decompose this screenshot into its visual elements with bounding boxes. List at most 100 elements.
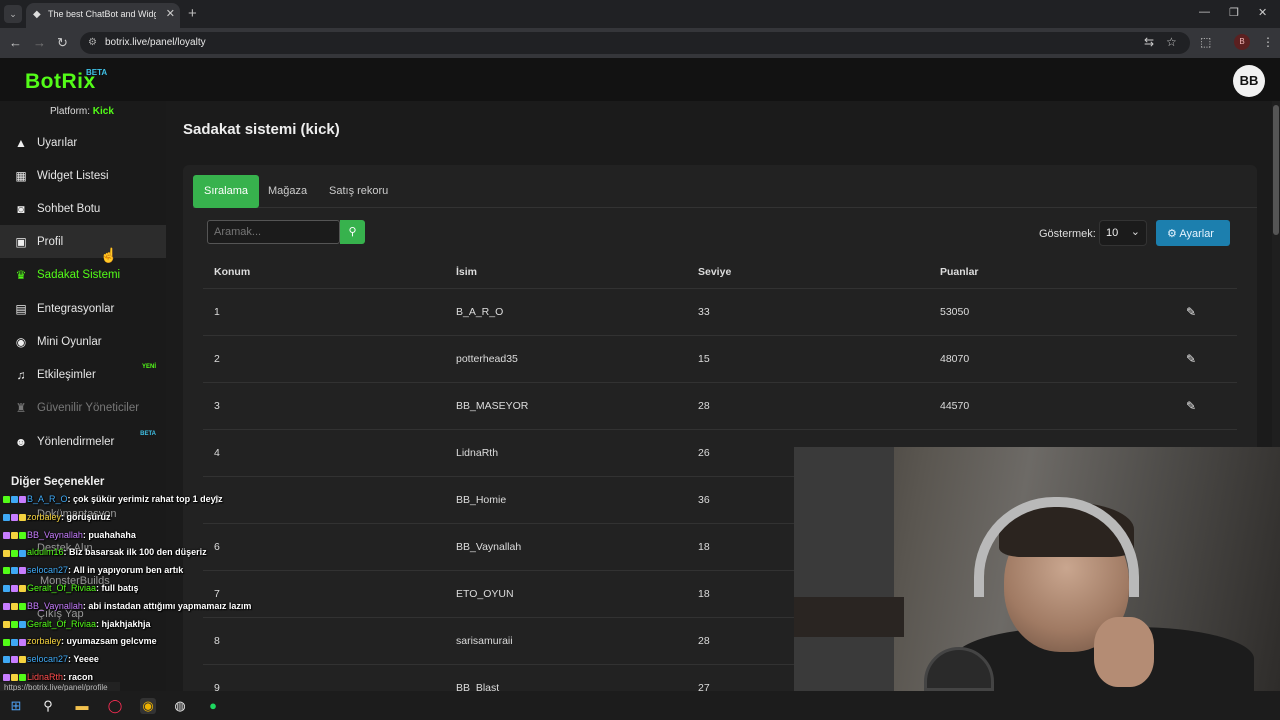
extensions-icon[interactable]: ⬚: [1200, 35, 1211, 49]
chat-badge-icon: [11, 620, 18, 628]
cell-points: 48070: [940, 353, 970, 365]
other-options-heading: Diğer Seçenekler: [11, 476, 105, 488]
page-scrollbar[interactable]: [1272, 101, 1280, 447]
page-size-select[interactable]: 10 ⌄: [1099, 220, 1147, 246]
close-window-icon[interactable]: ✕: [1258, 6, 1267, 19]
tab-search-chevron-icon[interactable]: ⌄: [4, 5, 22, 23]
browser-tab[interactable]: ◆ The best ChatBot and Widgets ✕: [26, 3, 180, 28]
chat-badge-icon: [19, 549, 26, 557]
file-explorer-icon[interactable]: ▬: [74, 698, 90, 714]
opera-gx-icon[interactable]: ◯: [107, 698, 123, 714]
sidebar-item-profil[interactable]: ▣ Profil: [0, 225, 166, 258]
translate-icon[interactable]: ⇆: [1144, 35, 1154, 49]
site-info-icon[interactable]: ⚙: [88, 37, 97, 48]
chrome-icon[interactable]: ◉: [140, 698, 156, 714]
column-header-puanlar[interactable]: Puanlar: [940, 266, 979, 278]
chat-text: : All in yapıyorum ben artık: [68, 565, 184, 576]
integration-icon: ▤: [15, 302, 27, 316]
sidebar-item-widget-listesi[interactable]: ▦ Widget Listesi: [0, 159, 166, 192]
sidebar-item-yonlendirmeler[interactable]: ☻ Yönlendirmeler BETA: [0, 425, 166, 458]
table-row: 1 B_A_R_O 33 53050 ✎: [203, 288, 1237, 335]
grid-icon: ▦: [15, 169, 27, 183]
cell-position: 3: [214, 400, 220, 412]
sidebar-item-guvenilir-yoneticiler[interactable]: ♜ Güvenilir Yöneticiler: [0, 391, 166, 424]
chat-username: zorbaley: [27, 511, 62, 522]
windows-start-icon[interactable]: ⊞: [8, 698, 24, 714]
trophy-icon: ♛: [15, 268, 27, 282]
tab-siralama[interactable]: Sıralama: [193, 175, 260, 208]
chat-text: : çok şükür yerimiz rahat top 1 deyiz: [67, 494, 223, 504]
cell-points: 53050: [940, 306, 970, 318]
chat-badge-icon: [11, 602, 18, 610]
robot-icon: ◙: [17, 202, 25, 216]
botrix-favicon-icon: ◆: [33, 9, 41, 20]
chat-text: : uyumazsam gelcvme: [61, 636, 157, 647]
chat-username: B_A_R_O: [27, 494, 68, 504]
new-tab-icon[interactable]: +: [188, 5, 197, 22]
chat-text: : full batış: [96, 583, 139, 593]
search-input[interactable]: [207, 220, 340, 244]
chat-username: LidnaRth: [27, 672, 64, 682]
sidebar-item-entegrasyonlar[interactable]: ▤ Entegrasyonlar: [0, 292, 166, 325]
chat-badge-icon: [11, 496, 18, 504]
scrollbar-thumb[interactable]: [1273, 105, 1279, 235]
chat-message: BB_Vaynallah: abi instadan attığımı yapm…: [3, 601, 603, 616]
tab-satis-rekoru[interactable]: Satış rekoru: [318, 175, 399, 208]
cell-level: 33: [698, 306, 710, 318]
cell-name: LidnaRth: [456, 447, 499, 459]
search-icon[interactable]: ⚲: [40, 698, 56, 714]
chat-badge-icon: [19, 656, 26, 664]
chevron-down-icon: ⌄: [1130, 226, 1140, 238]
chat-badge-icon: [11, 585, 18, 593]
chat-text: : abi instadan attığımı yapmamaız lazım: [82, 600, 252, 611]
settings-button[interactable]: ⚙ Ayarlar: [1156, 220, 1230, 246]
users-icon: ☻: [14, 435, 28, 449]
chat-message: aldulm16: Biz basarsak ilk 100 den düşer…: [3, 547, 603, 562]
chat-username: zorbaley: [27, 636, 62, 647]
close-tab-icon[interactable]: ✕: [166, 7, 175, 20]
restore-icon[interactable]: ❐: [1229, 6, 1239, 19]
sidebar-item-sohbet-botu[interactable]: ◙ Sohbet Botu: [0, 192, 166, 225]
cell-name: B_A_R_O: [456, 306, 504, 318]
sidebar-item-mini-oyunlar[interactable]: ◉ Mini Oyunlar: [0, 325, 166, 358]
beta-badge: BETA: [140, 431, 156, 437]
new-badge: YENİ: [141, 364, 156, 370]
cell-position: 1: [214, 306, 220, 318]
edit-pencil-icon[interactable]: ✎: [1186, 352, 1196, 366]
spotify-icon[interactable]: ●: [205, 698, 221, 714]
page-size-value: 10: [1106, 227, 1119, 239]
chat-badge-icon: [11, 638, 18, 646]
minimize-icon[interactable]: —: [1199, 6, 1210, 18]
search-button[interactable]: ⚲: [340, 220, 365, 244]
logo-beta-badge: BETA: [86, 68, 108, 77]
edit-pencil-icon[interactable]: ✎: [1186, 399, 1196, 413]
browser-menu-icon[interactable]: ⋮: [1262, 35, 1274, 49]
user-avatar[interactable]: BB: [1233, 65, 1265, 97]
browser-profile-avatar[interactable]: B: [1234, 34, 1250, 50]
url-text: botrix.live/panel/loyalty: [105, 37, 206, 48]
tab-magaza[interactable]: Mağaza: [257, 175, 318, 208]
column-header-konum[interactable]: Konum: [214, 266, 250, 278]
sidebar-item-uyarilar[interactable]: ▲ Uyarılar: [0, 126, 166, 159]
webcam-shelf: [794, 597, 904, 637]
back-icon[interactable]: ←: [9, 35, 22, 50]
forward-icon[interactable]: →: [33, 35, 46, 50]
chat-badge-icon: [19, 585, 26, 593]
url-field[interactable]: ⚙ botrix.live/panel/loyalty: [80, 32, 1190, 54]
bookmark-star-icon[interactable]: ☆: [1166, 35, 1177, 49]
sidebar-item-label: Sadakat Sistemi: [37, 269, 121, 281]
chat-message: zorbaley: uyumazsam gelcvme: [3, 636, 603, 651]
sidebar-item-sadakat-sistemi[interactable]: ♛ Sadakat Sistemi: [0, 258, 166, 291]
chat-badge-icon: [3, 567, 10, 575]
platform-indicator: Platform: Kick: [50, 106, 114, 117]
column-header-seviye[interactable]: Seviye: [698, 266, 731, 278]
obs-icon[interactable]: ◍: [172, 698, 188, 714]
sidebar-item-etkilesimler[interactable]: ♫ Etkileşimler YENİ: [0, 358, 166, 391]
edit-pencil-icon[interactable]: ✎: [1186, 305, 1196, 319]
app-header: BotRix BETA BB: [0, 58, 1280, 101]
chat-text: : Biz basarsak ilk 100 den düşeriz: [63, 547, 207, 558]
table-row: 2 potterhead35 15 48070 ✎: [203, 335, 1237, 382]
reload-icon[interactable]: ↻: [57, 35, 68, 51]
search-icon: ⚲: [348, 226, 357, 238]
column-header-isim[interactable]: İsim: [456, 266, 477, 278]
